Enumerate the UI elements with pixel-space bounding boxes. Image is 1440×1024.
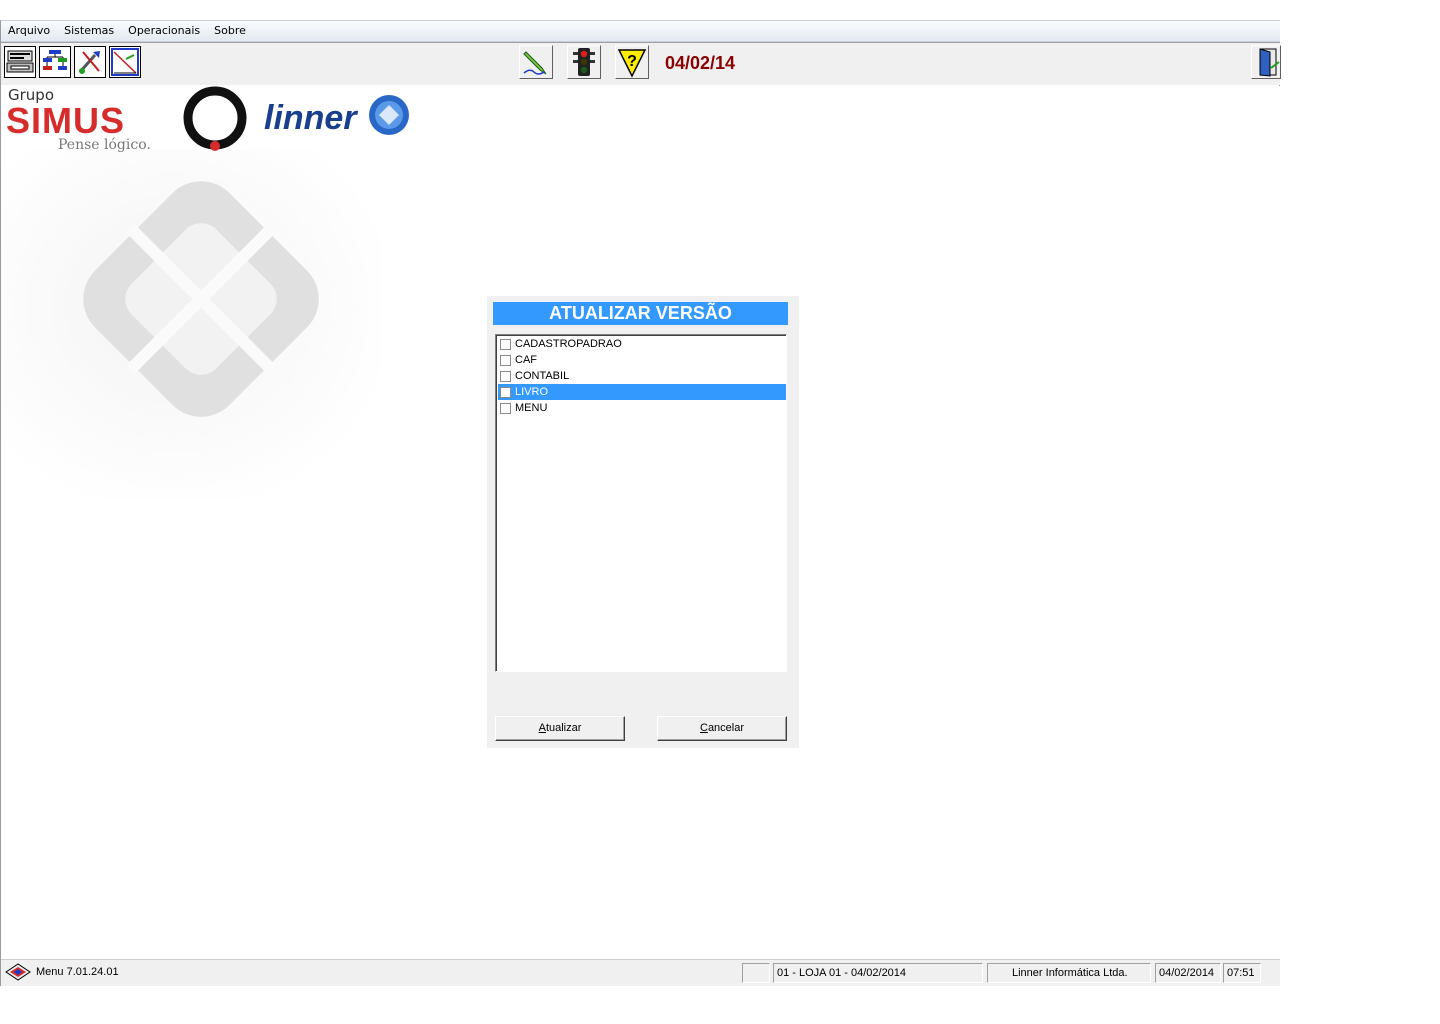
- menu-sobre[interactable]: Sobre: [207, 21, 253, 41]
- status-store: 01 - LOJA 01 - 04/02/2014: [773, 963, 983, 983]
- update-button-label: tualizar: [545, 722, 582, 734]
- cancel-button[interactable]: Cancelar: [657, 716, 787, 741]
- checkbox[interactable]: [500, 354, 511, 366]
- exit-button[interactable]: [1251, 45, 1281, 79]
- menu-app-icon: [5, 963, 31, 981]
- svg-text:?: ?: [627, 53, 637, 70]
- menu-operacionais[interactable]: Operacionais: [121, 21, 207, 41]
- tools-icon: [78, 51, 100, 74]
- list-item-label: MENU: [515, 402, 548, 414]
- toolbar: ? 04/02/14: [1, 42, 1281, 86]
- traffic-light-icon: [573, 48, 595, 76]
- exit-door-icon: [1259, 48, 1280, 77]
- update-button[interactable]: Atualizar: [495, 716, 625, 741]
- help-button[interactable]: ?: [615, 45, 649, 79]
- checkbox[interactable]: [500, 338, 511, 350]
- status-date: 04/02/2014: [1155, 963, 1221, 983]
- status-company: Linner Informática Ltda.: [987, 963, 1151, 983]
- logo-tagline: Pense lógico.: [58, 137, 151, 153]
- toolbar-date: 04/02/14: [665, 53, 736, 73]
- menu-arquivo[interactable]: Arquivo: [1, 21, 57, 41]
- dialog-title: ATUALIZAR VERSÃO: [493, 302, 788, 325]
- printer-form-icon: [6, 50, 34, 73]
- network-hierarchy-icon: [42, 49, 68, 75]
- cancel-button-label: ancelar: [707, 722, 745, 734]
- pen-sign-icon: [523, 51, 547, 75]
- logo-simus-text: SIMUS: [6, 100, 126, 141]
- list-item[interactable]: CONTABIL: [498, 368, 786, 384]
- cancel-button-accel: C: [699, 722, 708, 734]
- status-time: 07:51: [1223, 963, 1261, 983]
- status-app-label: Menu 7.01.24.01: [36, 966, 119, 978]
- update-version-dialog: ATUALIZAR VERSÃO CADASTROPADRAO CAF CONT…: [487, 296, 799, 748]
- list-item-label: CADASTROPADRAO: [515, 338, 622, 350]
- simus-ring-icon: [183, 86, 247, 151]
- network-hierarchy-button[interactable]: [39, 46, 71, 78]
- linner-logo: linner: [261, 85, 421, 155]
- menu-bar: Arquivo Sistemas Operacionais Sobre: [1, 21, 1280, 42]
- sign-button[interactable]: [519, 45, 553, 79]
- list-item-label: CAF: [515, 354, 537, 366]
- printer-form-button[interactable]: [4, 46, 36, 78]
- checkbox[interactable]: [500, 370, 511, 382]
- list-item[interactable]: MENU: [498, 400, 786, 416]
- help-icon: ?: [617, 49, 647, 78]
- chart-icon: [111, 48, 139, 76]
- status-empty-cell: [742, 963, 770, 983]
- list-item-label: CONTABIL: [515, 370, 570, 382]
- update-button-accel: A: [538, 722, 546, 734]
- list-item[interactable]: CADASTROPADRAO: [498, 336, 786, 352]
- module-checklist[interactable]: CADASTROPADRAO CAF CONTABIL LIVRO MENU: [495, 334, 787, 672]
- checkbox[interactable]: [500, 402, 511, 414]
- simus-logo: Grupo SIMUS Pense lógico.: [1, 85, 261, 175]
- chart-button[interactable]: [109, 46, 141, 78]
- list-item[interactable]: CAF: [498, 352, 786, 368]
- list-item-label: LIVRO: [515, 386, 549, 398]
- traffic-light-button[interactable]: [567, 45, 601, 79]
- linner-globe-icon: [369, 95, 409, 135]
- status-bar: Menu 7.01.24.01 01 - LOJA 01 - 04/02/201…: [1, 959, 1280, 986]
- list-item-selected[interactable]: LIVRO: [498, 384, 786, 400]
- tools-button[interactable]: [74, 46, 106, 78]
- menu-sistemas[interactable]: Sistemas: [57, 21, 121, 41]
- watermark-logo: [1, 149, 381, 499]
- logo-linner-text: linner: [264, 99, 357, 137]
- checkbox[interactable]: [500, 386, 511, 398]
